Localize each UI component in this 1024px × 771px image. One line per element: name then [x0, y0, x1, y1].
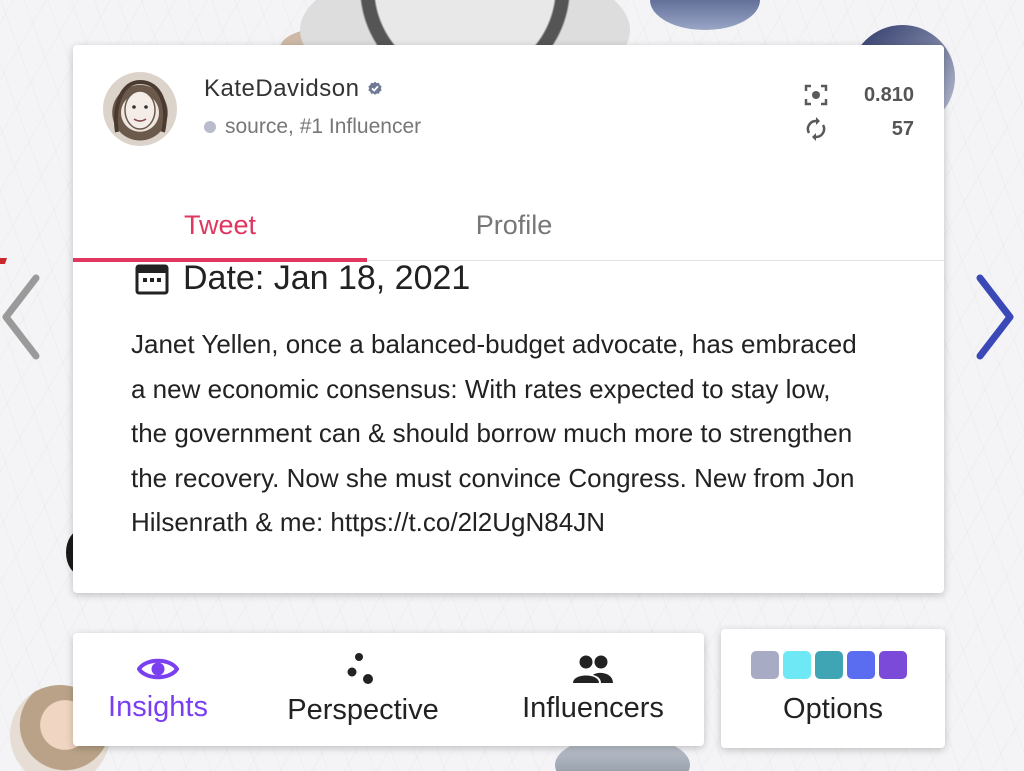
tab-bar: Tweet Profile — [73, 190, 944, 262]
influencers-button[interactable]: Influencers — [493, 633, 693, 746]
retweet-icon — [806, 117, 826, 141]
options-label: Options — [783, 693, 883, 725]
color-swatch — [879, 651, 907, 679]
tweet-card: KateDavidson source, #1 Influencer 0.810… — [73, 45, 944, 593]
user-name[interactable]: KateDavidson — [204, 75, 359, 103]
tweet-text: Janet Yellen, once a balanced-budget adv… — [131, 329, 857, 537]
chevron-left-icon — [2, 274, 40, 360]
tab-tweet[interactable]: Tweet — [73, 190, 367, 262]
focus-frame-icon — [804, 84, 828, 106]
score-value: 0.810 — [863, 83, 914, 106]
user-role: source, #1 Influencer — [204, 115, 421, 139]
calendar-icon — [135, 264, 169, 294]
tweet-date: Date: Jan 18, 2021 — [183, 259, 471, 297]
chevron-right-icon — [976, 274, 1014, 360]
color-swatch — [783, 651, 811, 679]
influencers-label: Influencers — [522, 692, 664, 724]
user-role-text: source, #1 Influencer — [225, 115, 422, 138]
user-stats: 0.810 57 — [804, 78, 914, 146]
dots-cluster-icon — [347, 653, 373, 684]
retweet-count: 57 — [891, 117, 914, 140]
perspective-button[interactable]: Perspective — [263, 633, 463, 746]
role-dot — [204, 121, 216, 133]
insights-button[interactable]: Insights — [73, 633, 243, 746]
perspective-label: Perspective — [287, 694, 439, 726]
view-toolbar: Insights Perspective Influencers — [73, 633, 704, 746]
eye-icon — [137, 658, 179, 680]
tab-profile[interactable]: Profile — [367, 190, 661, 260]
score-stat: 0.810 — [804, 78, 914, 112]
previous-button[interactable] — [0, 262, 50, 372]
people-icon — [573, 655, 613, 683]
tweet-date-row: Date: Jan 18, 2021 — [135, 259, 470, 298]
color-swatches — [751, 651, 907, 679]
verified-badge-icon — [368, 81, 383, 95]
tab-profile-label: Profile — [475, 209, 553, 240]
insights-label: Insights — [108, 691, 208, 723]
color-swatch — [751, 651, 779, 679]
color-swatch — [847, 651, 875, 679]
node-avatar — [650, 0, 760, 30]
avatar[interactable] — [103, 72, 177, 146]
avatar-sketch — [114, 79, 167, 133]
retweet-stat: 57 — [804, 112, 914, 146]
next-button[interactable] — [964, 262, 1024, 372]
tab-tweet-label: Tweet — [183, 209, 257, 240]
color-swatch — [815, 651, 843, 679]
user-name-row: KateDavidson — [204, 75, 383, 103]
options-button[interactable]: Options — [721, 629, 945, 748]
